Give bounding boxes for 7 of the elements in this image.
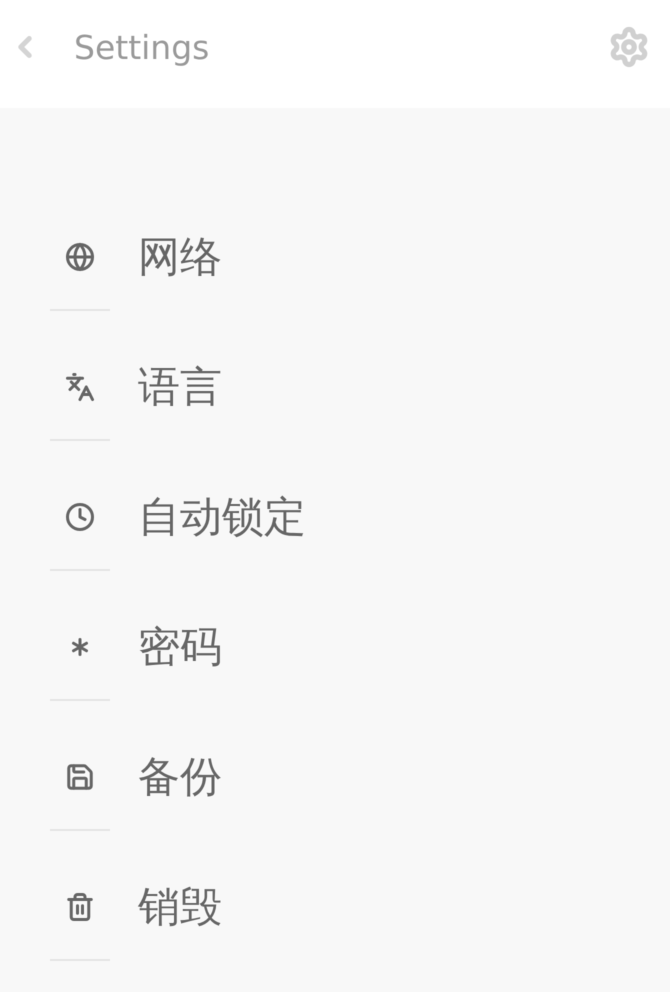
settings-item[interactable]: 语言: [0, 335, 670, 439]
settings-item[interactable]: 密码: [0, 595, 670, 699]
settings-item[interactable]: 销毁: [0, 855, 670, 959]
page-title: Settings: [74, 28, 210, 66]
settings-item[interactable]: 备份: [0, 725, 670, 829]
settings-item[interactable]: 自动锁定: [0, 465, 670, 569]
settings-item[interactable]: 网络: [0, 205, 670, 309]
